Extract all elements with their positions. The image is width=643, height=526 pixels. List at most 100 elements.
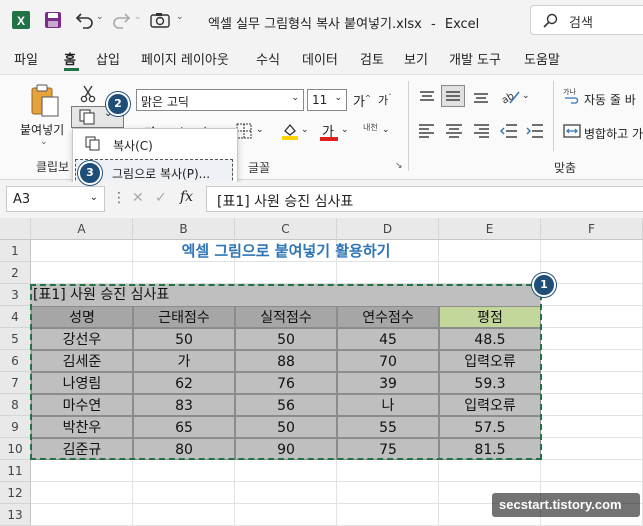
column-header-d[interactable]: D	[337, 218, 439, 240]
undo-icon[interactable]	[74, 11, 94, 29]
tab-data[interactable]: 데이터	[302, 49, 338, 68]
column-header-f[interactable]: F	[541, 218, 643, 240]
borders-icon[interactable]	[236, 123, 252, 139]
orientation-icon[interactable]: ab	[500, 87, 520, 105]
search-box[interactable]: 검색	[530, 5, 643, 35]
orientation-dropdown-icon[interactable]: ⌄	[522, 91, 530, 101]
increase-font-icon[interactable]: 가^	[353, 91, 371, 110]
column-header-c[interactable]: C	[235, 218, 337, 240]
camera-icon[interactable]	[150, 12, 170, 28]
more-options-icon[interactable]: ⋮	[112, 190, 126, 206]
tab-file[interactable]: 파일	[14, 49, 38, 68]
tab-help[interactable]: 도움말	[524, 49, 560, 68]
font-color-dropdown-icon[interactable]: ⌄	[341, 125, 349, 135]
row-header-2[interactable]: 2	[0, 262, 31, 284]
row-header-8[interactable]: 8	[0, 394, 31, 416]
phonetic-icon[interactable]: 내천	[363, 122, 378, 133]
font-color-icon[interactable]: 가	[320, 121, 338, 141]
row-header-12[interactable]: 12	[0, 482, 31, 504]
row-header-9[interactable]: 9	[0, 416, 31, 438]
row-header-1[interactable]: 1	[0, 240, 31, 262]
align-center-icon[interactable]	[445, 123, 463, 139]
row-header-5[interactable]: 5	[0, 328, 31, 350]
paste-dropdown-icon[interactable]: ⌄	[40, 137, 48, 147]
watermark: secstart.tistory.com	[492, 493, 640, 517]
step-badge-3: 3	[78, 161, 102, 185]
svg-text:X: X	[17, 14, 25, 28]
wrap-text-icon[interactable]: 가나	[563, 87, 579, 105]
paste-label[interactable]: 붙여넣기	[20, 121, 64, 138]
phonetic-dropdown-icon[interactable]: ⌄	[382, 125, 390, 135]
group-separator	[408, 81, 409, 171]
font-dialog-launcher-icon[interactable]: ↘	[395, 161, 403, 171]
tab-review[interactable]: 검토	[360, 49, 384, 68]
row-header-7[interactable]: 7	[0, 372, 31, 394]
borders-dropdown-icon[interactable]: ⌄	[256, 125, 264, 135]
watermark-text: secstart.tistory.com	[499, 497, 622, 512]
row-header-10[interactable]: 10	[0, 438, 31, 460]
align-middle-button[interactable]	[441, 85, 465, 107]
tab-view[interactable]: 보기	[404, 49, 428, 68]
sheet-title[interactable]: 엑셀 그림으로 붙여넣기 활용하기	[31, 240, 541, 262]
formula-input[interactable]: [표1] 사원 승진 심사표	[206, 186, 643, 212]
undo-dropdown-icon[interactable]: ⌄	[96, 12, 104, 22]
row-header-6[interactable]: 6	[0, 350, 31, 372]
align-bottom-icon[interactable]	[472, 89, 490, 105]
select-all-corner[interactable]	[0, 218, 31, 240]
font-size-dropdown-icon: ⌄	[334, 93, 342, 103]
qat-customize-icon[interactable]: ⌄	[176, 12, 184, 22]
title-separator: -	[431, 17, 436, 32]
column-header-a[interactable]: A	[31, 218, 133, 240]
tab-formulas[interactable]: 수식	[256, 49, 280, 68]
row-header-13[interactable]: 13	[0, 504, 31, 526]
title-bar: X ⌄ ⌄ ⌄ 엑셀 실무 그림형식 복사 붙여넣기.xlsx - Excel …	[0, 0, 643, 40]
group-separator	[553, 81, 554, 151]
menu-item-copy[interactable]: 복사(C)	[75, 132, 233, 156]
copy-icon	[85, 136, 100, 151]
search-placeholder: 검색	[569, 16, 593, 31]
decrease-indent-icon[interactable]	[500, 123, 518, 139]
align-left-icon[interactable]	[418, 123, 436, 139]
active-cell-a3[interactable]	[31, 284, 133, 306]
app-name: Excel	[444, 17, 480, 32]
name-box[interactable]: A3 ⌄	[6, 186, 105, 212]
align-top-icon[interactable]	[418, 89, 436, 105]
tab-home[interactable]: 홈	[64, 49, 76, 68]
cancel-icon[interactable]: ✕	[132, 190, 144, 206]
redo-dropdown-icon[interactable]: ⌄	[134, 12, 142, 22]
column-header-b[interactable]: B	[133, 218, 235, 240]
step-badge-1: 1	[532, 273, 556, 297]
step-badge-2: 2	[106, 92, 130, 116]
redo-icon[interactable]	[112, 11, 132, 29]
align-right-icon[interactable]	[472, 123, 490, 139]
function-icon[interactable]: fx	[180, 189, 193, 205]
font-size-value: 11	[312, 93, 328, 107]
increase-indent-icon[interactable]	[526, 123, 544, 139]
enter-icon[interactable]: ✓	[155, 190, 167, 206]
merge-center-icon[interactable]	[563, 123, 581, 139]
name-box-dropdown-icon: ⌄	[89, 192, 98, 203]
fill-color-dropdown-icon[interactable]: ⌄	[301, 125, 309, 135]
row-header-4[interactable]: 4	[0, 306, 31, 328]
formula-content: [표1] 사원 승진 심사표	[217, 194, 354, 210]
row-header-3[interactable]: 3	[0, 284, 31, 306]
cut-icon[interactable]	[80, 85, 96, 103]
clipboard-group-label: 클립보	[36, 160, 70, 174]
wrap-text-label[interactable]: 자동 줄 바	[584, 91, 636, 108]
row-header-11[interactable]: 11	[0, 460, 31, 482]
gridline-row	[31, 481, 643, 482]
copy-selection-border	[30, 284, 542, 460]
search-icon	[543, 13, 558, 28]
save-icon[interactable]	[44, 11, 62, 29]
fill-color-icon[interactable]	[281, 122, 299, 140]
paste-icon[interactable]	[30, 83, 60, 117]
tab-insert[interactable]: 삽입	[96, 49, 120, 68]
font-size-select[interactable]: 11 ⌄	[307, 89, 347, 111]
tab-page-layout[interactable]: 페이지 레이아웃	[141, 49, 229, 68]
tab-developer[interactable]: 개발 도구	[449, 49, 501, 68]
align-middle-icon	[446, 91, 460, 101]
font-name-select[interactable]: 맑은 고딕 ⌄	[136, 89, 304, 111]
merge-center-label[interactable]: 병합하고 가	[584, 125, 643, 142]
column-header-e[interactable]: E	[439, 218, 541, 240]
decrease-font-icon[interactable]: 가ˇ	[378, 92, 392, 108]
